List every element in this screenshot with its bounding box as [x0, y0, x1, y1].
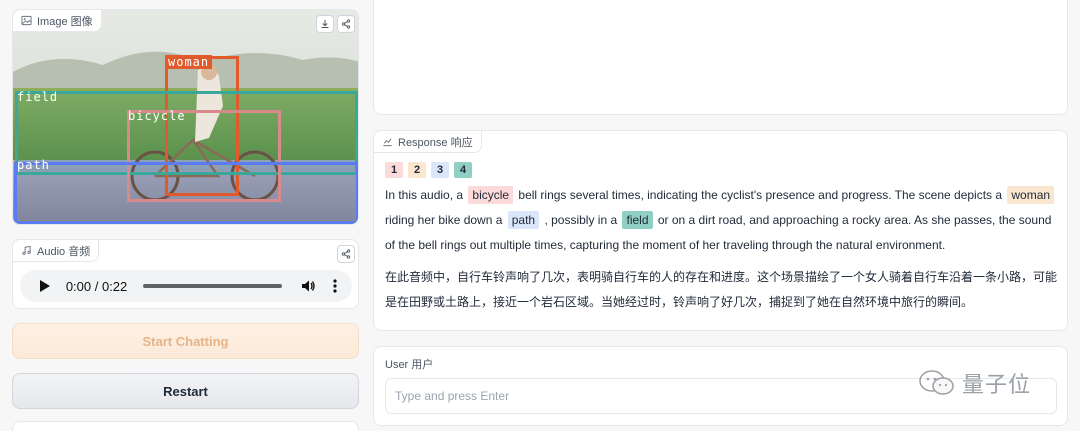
response-text-zh: 在此音频中，自行车铃声响了几次，表明骑自行车的人的存在和进度。这个场景描绘了一个… [385, 270, 1058, 309]
text-segment: riding her bike down a [385, 213, 506, 227]
bbox-label-woman: woman [165, 55, 213, 69]
response-label-chip: Response 响应 [374, 131, 482, 153]
top-output-panel [373, 0, 1068, 115]
play-button[interactable] [34, 275, 56, 297]
audio-panel: Audio 音频 0:00 / 0:22 [12, 239, 359, 309]
response-label: Response 响应 [398, 136, 473, 149]
share-icon [341, 249, 351, 259]
highlight-legend: 1 2 3 4 [385, 162, 472, 178]
response-text-en: In this audio, a bicycle bell rings seve… [385, 183, 1057, 258]
watermark: 量子位 [918, 367, 1031, 399]
audio-more-button[interactable] [330, 277, 340, 295]
highlight-path: path [507, 211, 540, 229]
volume-icon [302, 280, 315, 292]
bottom-panel [12, 421, 359, 431]
restart-button[interactable]: Restart [12, 373, 359, 409]
audio-label-chip: Audio 音频 [13, 240, 100, 262]
bbox-label-bicycle: bicycle [128, 109, 186, 123]
bbox-path [14, 162, 358, 224]
image-label: Image 图像 [37, 15, 93, 28]
share-icon [341, 19, 351, 29]
audio-player: 0:00 / 0:22 [20, 270, 352, 302]
volume-button[interactable] [300, 277, 318, 295]
image-icon [21, 15, 32, 26]
legend-item-3: 3 [431, 162, 449, 178]
text-segment: bell rings several times, indicating the… [515, 188, 1006, 202]
legend-item-1: 1 [385, 162, 403, 178]
text-segment: In this audio, a [385, 188, 467, 202]
audio-share-button[interactable] [337, 245, 355, 263]
audio-progress-slider[interactable] [143, 284, 283, 288]
bbox-label-path: path [17, 158, 50, 172]
image-panel: Image 图像 woman field bicycle path [12, 9, 359, 225]
watermark-text: 量子位 [962, 373, 1032, 398]
text-segment: , possibly in a [541, 213, 621, 227]
user-label: User 用户 [385, 359, 434, 371]
audio-label: Audio 音频 [37, 245, 91, 258]
legend-item-2: 2 [408, 162, 426, 178]
more-vertical-icon [333, 279, 337, 293]
start-chatting-button[interactable]: Start Chatting [12, 323, 359, 359]
image-label-chip: Image 图像 [13, 10, 102, 32]
audio-time: 0:00 / 0:22 [65, 278, 128, 294]
bbox-label-field: field [17, 90, 59, 104]
highlight-field: field [622, 211, 653, 229]
download-button[interactable] [316, 15, 334, 33]
chart-icon [383, 138, 392, 147]
music-note-icon [22, 245, 31, 255]
download-icon [321, 20, 329, 28]
play-icon [39, 280, 50, 292]
legend-item-4: 4 [454, 162, 472, 178]
response-panel: Response 响应 1 2 3 4 In this audio, a bic… [373, 130, 1068, 331]
highlight-bicycle: bicycle [468, 186, 514, 204]
highlight-woman: woman [1007, 186, 1055, 204]
wechat-icon [919, 370, 954, 395]
share-button[interactable] [337, 15, 355, 33]
